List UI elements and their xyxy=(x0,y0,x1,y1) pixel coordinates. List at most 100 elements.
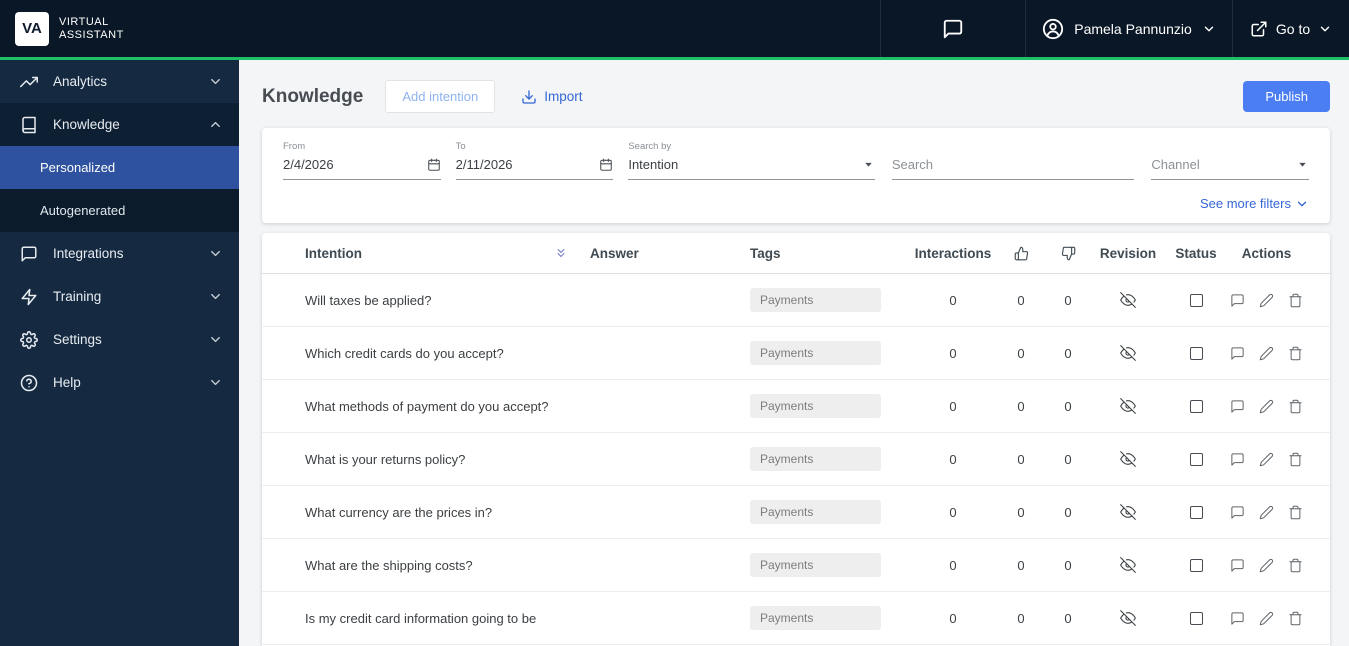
goto-menu[interactable]: Go to xyxy=(1232,0,1349,57)
status-checkbox[interactable] xyxy=(1189,346,1203,360)
chevron-down-icon xyxy=(208,375,223,390)
calendar-icon[interactable] xyxy=(427,158,441,172)
intention-cell[interactable]: What methods of payment do you accept? xyxy=(305,399,590,414)
chevron-down-icon xyxy=(1318,22,1332,36)
intention-cell[interactable]: What is your returns policy? xyxy=(305,452,590,467)
likes-count: 0 xyxy=(1017,345,1025,361)
interactions-count: 0 xyxy=(949,398,957,414)
see-more-filters-label: See more filters xyxy=(1199,196,1291,211)
status-checkbox[interactable] xyxy=(1189,399,1203,413)
status-checkbox[interactable] xyxy=(1189,452,1203,466)
chevron-down-icon xyxy=(208,74,223,89)
from-date-field[interactable]: From 2/4/2026 xyxy=(283,141,441,180)
publish-button[interactable]: Publish xyxy=(1243,81,1330,112)
sidebar-item-help[interactable]: Help xyxy=(0,361,239,404)
sidebar-item-label: Analytics xyxy=(53,74,108,89)
trash-icon[interactable] xyxy=(1288,611,1303,626)
trash-icon[interactable] xyxy=(1288,452,1303,467)
tags-cell: Payments xyxy=(750,447,911,471)
dislikes-count: 0 xyxy=(1064,504,1072,520)
edit-pencil-icon[interactable] xyxy=(1259,505,1274,520)
tag-chip: Payments xyxy=(750,606,881,630)
comment-icon[interactable] xyxy=(1230,452,1245,467)
status-cell xyxy=(1167,611,1225,625)
intention-cell[interactable]: What currency are the prices in? xyxy=(305,505,590,520)
brand-name: VIRTUAL ASSISTANT xyxy=(59,16,124,42)
sidebar-item-settings[interactable]: Settings xyxy=(0,318,239,361)
comment-icon[interactable] xyxy=(1230,399,1245,414)
actions-cell xyxy=(1225,399,1308,414)
comment-icon[interactable] xyxy=(1230,293,1245,308)
table-row: What currency are the prices in? Payment… xyxy=(262,486,1330,539)
chevron-down-icon xyxy=(208,332,223,347)
chevron-down-icon xyxy=(1295,197,1309,211)
status-checkbox[interactable] xyxy=(1189,505,1203,519)
to-date-field[interactable]: To 2/11/2026 xyxy=(455,141,614,180)
see-more-filters-link[interactable]: See more filters xyxy=(283,196,1309,211)
table-header-row: Intention Answer Tags Interactions Revis… xyxy=(262,233,1330,274)
search-by-select[interactable]: Search by Intention xyxy=(628,141,875,180)
sidebar-item-personalized[interactable]: Personalized xyxy=(0,146,239,189)
trash-icon[interactable] xyxy=(1288,293,1303,308)
status-checkbox[interactable] xyxy=(1189,293,1203,307)
intention-cell[interactable]: What are the shipping costs? xyxy=(305,558,590,573)
actions-cell xyxy=(1225,505,1308,520)
app-logo: VA xyxy=(15,11,49,46)
chat-button[interactable] xyxy=(880,0,1025,57)
trash-icon[interactable] xyxy=(1288,346,1303,361)
analytics-icon xyxy=(20,73,38,91)
intention-cell[interactable]: Which credit cards do you accept? xyxy=(305,346,590,361)
dislikes-count: 0 xyxy=(1064,398,1072,414)
tag-chip: Payments xyxy=(750,553,881,577)
edit-pencil-icon[interactable] xyxy=(1259,346,1274,361)
search-input[interactable]: Search xyxy=(891,157,1135,180)
trash-icon[interactable] xyxy=(1288,505,1303,520)
status-checkbox[interactable] xyxy=(1189,611,1203,625)
sidebar-item-label: Knowledge xyxy=(53,117,120,132)
edit-pencil-icon[interactable] xyxy=(1259,399,1274,414)
eye-off-icon xyxy=(1089,398,1167,414)
likes-count: 0 xyxy=(1017,557,1025,573)
dislikes-count: 0 xyxy=(1064,345,1072,361)
trash-icon[interactable] xyxy=(1288,399,1303,414)
column-header-intention: Intention xyxy=(305,245,362,261)
table-row: What are the shipping costs? Payments 0 … xyxy=(262,539,1330,592)
topbar: VA VIRTUAL ASSISTANT Pamela Pannunzio Go… xyxy=(0,0,1349,57)
goto-label: Go to xyxy=(1275,20,1311,37)
edit-pencil-icon[interactable] xyxy=(1259,293,1274,308)
page-title: Knowledge xyxy=(262,85,364,107)
column-header-answer: Answer xyxy=(590,245,639,261)
edit-pencil-icon[interactable] xyxy=(1259,452,1274,467)
chevron-down-icon xyxy=(208,246,223,261)
sidebar-item-training[interactable]: Training xyxy=(0,275,239,318)
status-checkbox[interactable] xyxy=(1189,558,1203,572)
sidebar-group-knowledge: Knowledge Personalized Autogenerated xyxy=(0,103,239,232)
status-cell xyxy=(1167,399,1225,413)
edit-pencil-icon[interactable] xyxy=(1259,611,1274,626)
brand-line2: ASSISTANT xyxy=(59,28,124,41)
comment-icon[interactable] xyxy=(1230,611,1245,626)
sidebar-item-autogenerated[interactable]: Autogenerated xyxy=(0,189,239,232)
sidebar-item-knowledge[interactable]: Knowledge xyxy=(0,103,239,146)
sidebar-item-analytics[interactable]: Analytics xyxy=(0,60,239,103)
actions-cell xyxy=(1225,293,1308,308)
import-button[interactable]: Import xyxy=(521,89,583,105)
channel-select[interactable]: Channel xyxy=(1151,157,1309,180)
comment-icon[interactable] xyxy=(1230,346,1245,361)
sidebar-subitem-label: Autogenerated xyxy=(40,203,126,218)
tags-cell: Payments xyxy=(750,606,911,630)
user-menu[interactable]: Pamela Pannunzio xyxy=(1025,0,1232,57)
sidebar: Analytics Knowledge Personalized Autogen… xyxy=(0,60,239,646)
download-icon xyxy=(521,89,537,105)
status-cell xyxy=(1167,505,1225,519)
calendar-icon[interactable] xyxy=(599,158,613,172)
add-intention-button[interactable]: Add intention xyxy=(385,80,496,113)
edit-pencil-icon[interactable] xyxy=(1259,558,1274,573)
trash-icon[interactable] xyxy=(1288,558,1303,573)
intention-cell[interactable]: Is my credit card information going to b… xyxy=(305,611,590,626)
sort-icon[interactable] xyxy=(554,246,568,260)
intention-cell[interactable]: Will taxes be applied? xyxy=(305,293,590,308)
sidebar-item-integrations[interactable]: Integrations xyxy=(0,232,239,275)
comment-icon[interactable] xyxy=(1230,558,1245,573)
comment-icon[interactable] xyxy=(1230,505,1245,520)
